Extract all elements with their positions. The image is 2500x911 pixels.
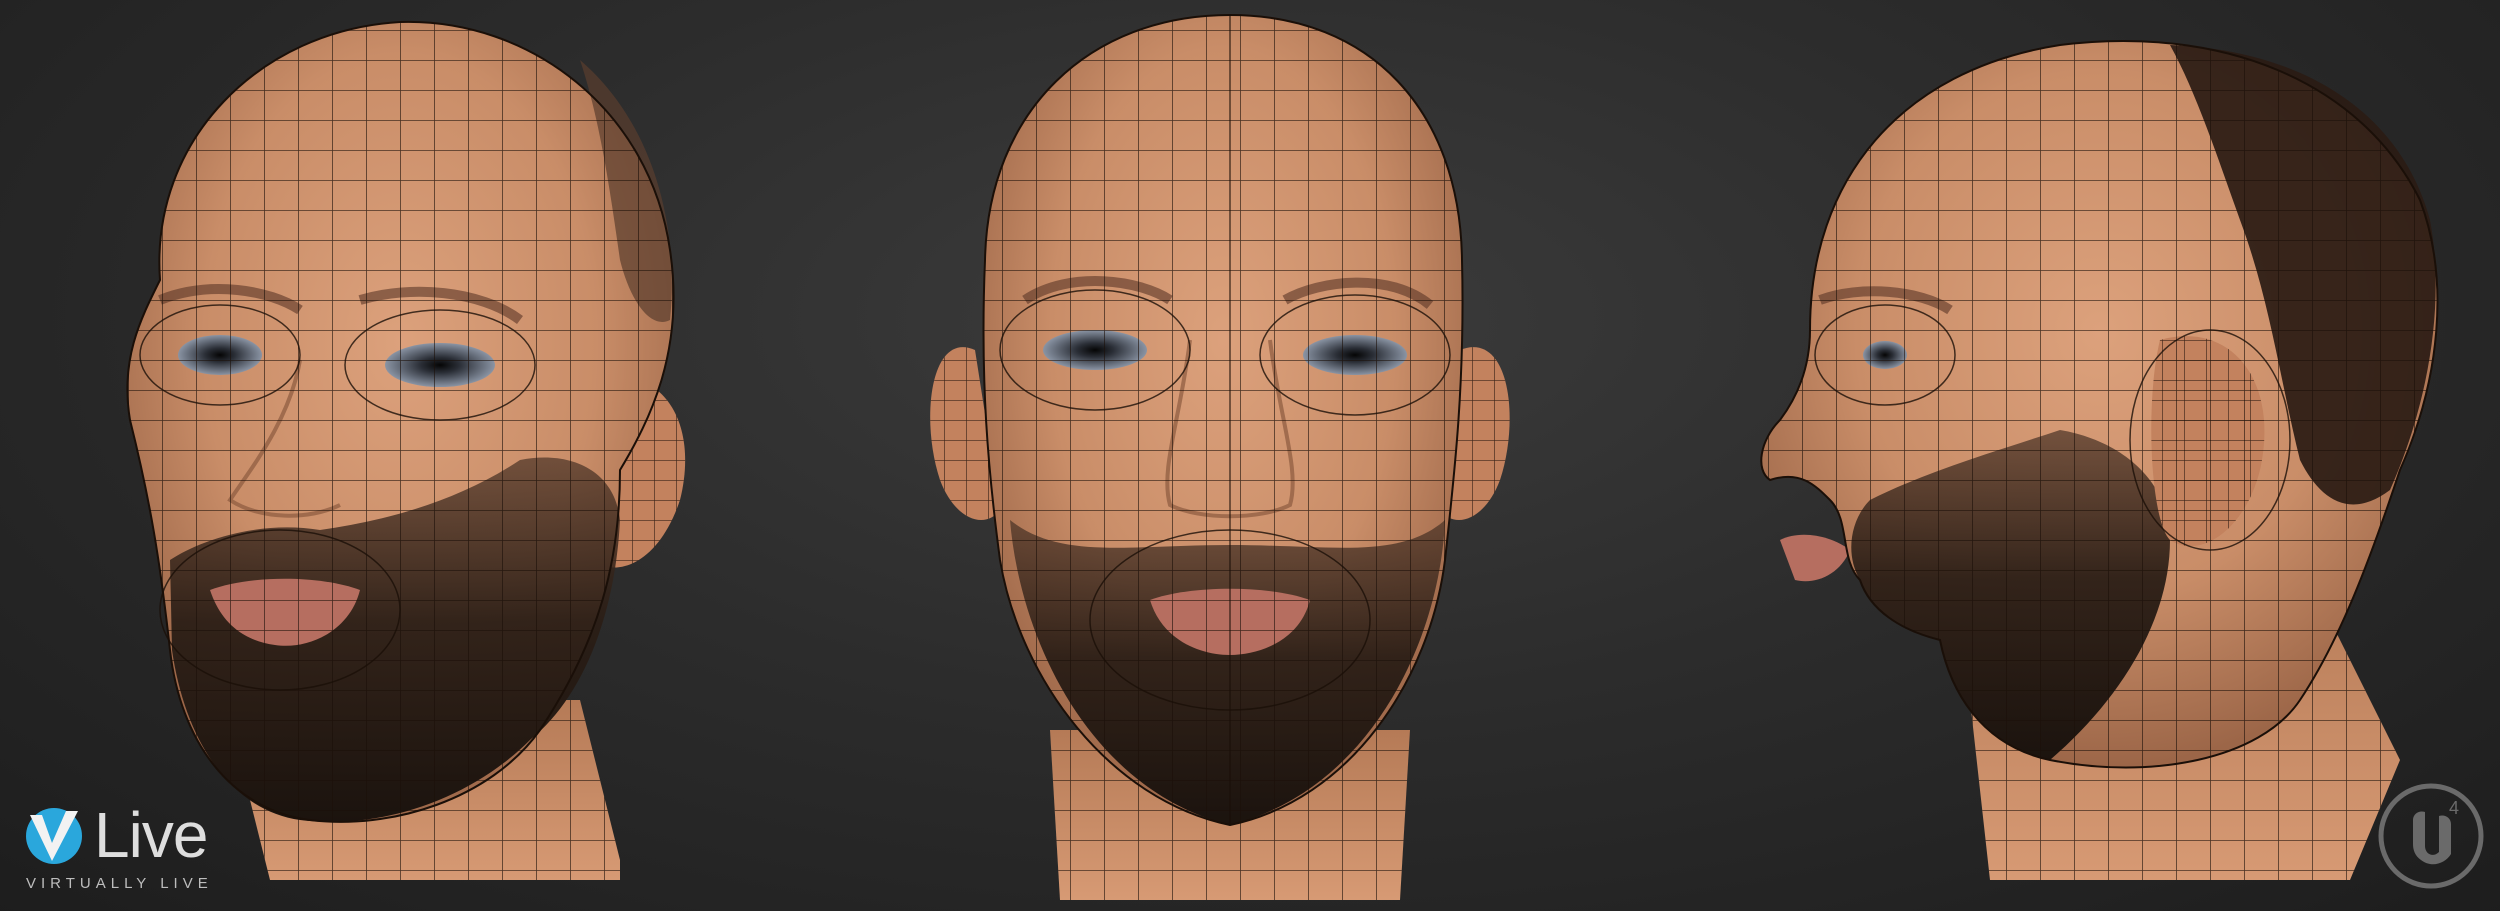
vlive-logo: Live VIRTUALLY LIVE [22, 803, 212, 893]
vlive-brand-text: Live [94, 799, 208, 871]
render-viewport: Live VIRTUALLY LIVE 4 [0, 0, 2500, 911]
vlive-v-icon [26, 808, 82, 864]
head-mesh-side [1760, 39, 2439, 880]
vlive-tagline: VIRTUALLY LIVE [26, 875, 213, 892]
head-mesh-front [930, 13, 1510, 900]
unreal-engine-icon: 4 [2375, 780, 2487, 892]
head-front [900, 0, 1600, 911]
head-three-quarter-left [60, 0, 760, 911]
head-right-profile [1700, 0, 2480, 911]
head-mesh-left [126, 20, 686, 880]
svg-text:4: 4 [2449, 798, 2459, 818]
